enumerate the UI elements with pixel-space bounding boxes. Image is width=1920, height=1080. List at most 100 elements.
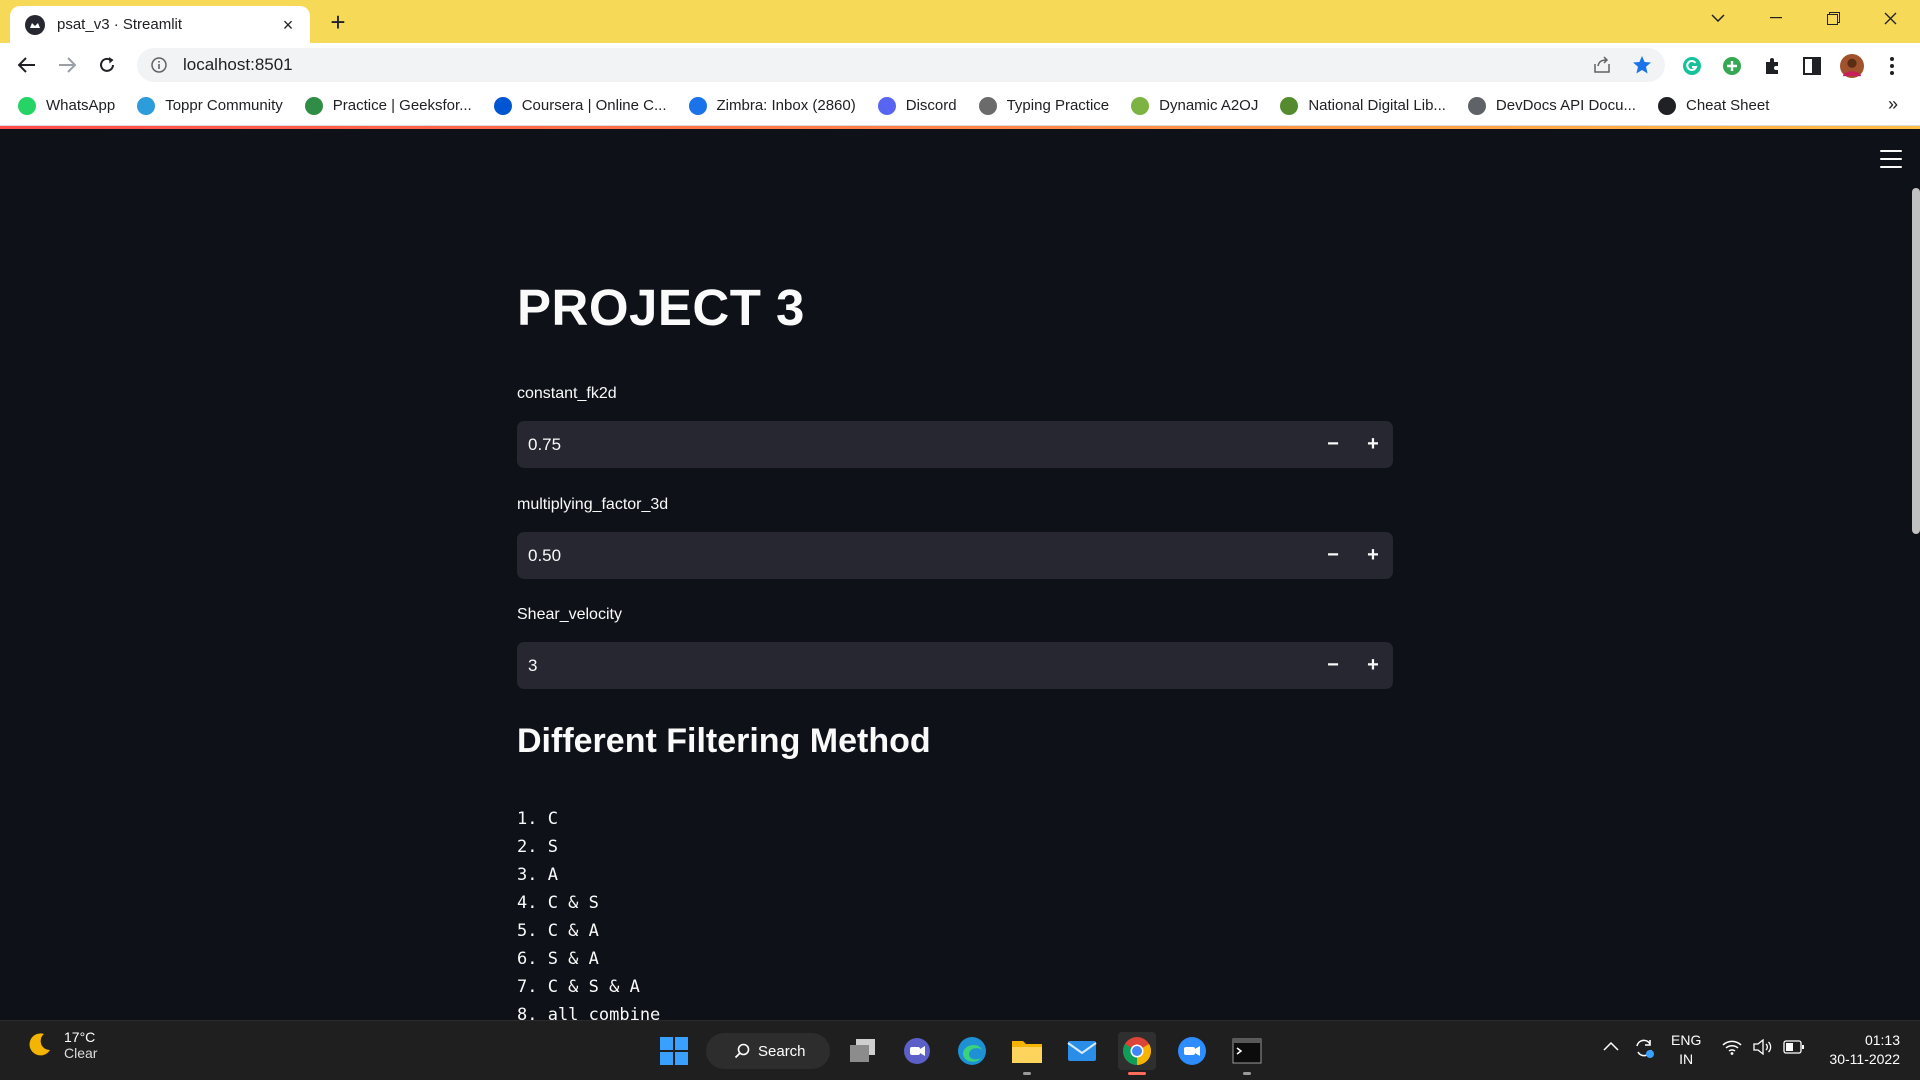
browser-tab[interactable]: psat_v3 · Streamlit × — [10, 6, 310, 43]
streamlit-decoration-bar — [0, 126, 1920, 129]
multiplying-factor-3d-input[interactable]: 0.50 − + — [517, 532, 1393, 579]
method-list-item: 3. A — [517, 865, 558, 885]
side-panel-icon[interactable] — [1800, 54, 1824, 78]
share-icon[interactable] — [1591, 54, 1613, 76]
constant-fk2d-increment-button[interactable]: + — [1353, 421, 1393, 468]
streamlit-page: PROJECT 3 constant_fk2d 0.75 − + multipl… — [0, 126, 1920, 1020]
tab-search-chevron-icon[interactable] — [1690, 0, 1746, 36]
volume-icon[interactable] — [1753, 1039, 1773, 1055]
typing-icon — [978, 96, 997, 115]
running-indicator — [1243, 1072, 1251, 1075]
wifi-icon[interactable] — [1722, 1039, 1742, 1055]
bookmark-label: National Digital Lib... — [1308, 97, 1446, 114]
url-text[interactable]: localhost:8501 — [183, 55, 1665, 75]
shear-velocity-value[interactable]: 3 — [517, 656, 1313, 676]
sync-icon[interactable] — [1633, 1037, 1655, 1059]
bookmark-item[interactable]: Zimbra: Inbox (2860) — [688, 96, 856, 115]
hamburger-menu-icon[interactable] — [1880, 150, 1902, 168]
multiplying-factor-3d-value[interactable]: 0.50 — [517, 546, 1313, 566]
bookmark-item[interactable]: WhatsApp — [18, 96, 115, 115]
show-hidden-icons-chevron-icon[interactable] — [1603, 1041, 1619, 1051]
multiplying-factor-3d-increment-button[interactable]: + — [1353, 532, 1393, 579]
zoom-icon[interactable] — [1173, 1032, 1211, 1070]
bookmark-item[interactable]: Cheat Sheet — [1657, 96, 1769, 115]
bookmark-item[interactable]: Typing Practice — [978, 96, 1109, 115]
system-clock[interactable]: 01:13 30-11-2022 — [1829, 1031, 1900, 1069]
bookmark-item[interactable]: Practice | Geeksfor... — [304, 96, 472, 115]
search-icon — [734, 1043, 750, 1059]
file-explorer-icon[interactable] — [1008, 1032, 1046, 1075]
edge-browser-icon[interactable] — [953, 1032, 991, 1070]
constant-fk2d-input[interactable]: 0.75 − + — [517, 421, 1393, 468]
weather-widget[interactable]: 17°C Clear — [24, 1029, 97, 1061]
site-info-icon[interactable] — [149, 55, 169, 75]
windows-taskbar: 17°C Clear Search ENG IN 01:13 30-11-202… — [0, 1020, 1920, 1080]
browser-toolbar: localhost:8501 — [0, 43, 1920, 86]
filtering-method-list: 1. C 2. S 3. A 4. C & S 5. C & A 6. S & … — [517, 805, 660, 1020]
bookmark-star-icon[interactable] — [1631, 54, 1653, 76]
close-window-button[interactable] — [1862, 0, 1918, 36]
bookmark-item[interactable]: DevDocs API Docu... — [1467, 96, 1636, 115]
address-bar[interactable]: localhost:8501 — [137, 48, 1665, 82]
shear-velocity-label: Shear_velocity — [517, 606, 622, 623]
profile-avatar[interactable] — [1840, 54, 1864, 78]
taskbar-search-button[interactable]: Search — [706, 1033, 830, 1069]
shear-velocity-input[interactable]: 3 − + — [517, 642, 1393, 689]
region-code: IN — [1679, 1051, 1694, 1067]
reload-button[interactable] — [93, 51, 121, 79]
constant-fk2d-value[interactable]: 0.75 — [517, 435, 1313, 455]
method-list-item: 8. all combine — [517, 1005, 661, 1020]
minimize-button[interactable] — [1748, 0, 1804, 36]
back-button[interactable] — [13, 51, 41, 79]
constant-fk2d-decrement-button[interactable]: − — [1313, 421, 1353, 468]
bookmark-item[interactable]: Dynamic A2OJ — [1131, 96, 1258, 115]
bookmark-item[interactable]: National Digital Lib... — [1280, 96, 1446, 115]
weather-condition: Clear — [64, 1045, 98, 1061]
bookmark-label: Practice | Geeksfor... — [332, 97, 472, 114]
extensions-puzzle-icon[interactable] — [1760, 54, 1784, 78]
coursera-icon — [493, 96, 512, 115]
bookmark-item[interactable]: Toppr Community — [137, 96, 283, 115]
weather-temperature: 17°C — [64, 1029, 96, 1045]
method-list-item: 6. S & A — [517, 949, 599, 969]
input-language-indicator[interactable]: ENG IN — [1671, 1031, 1701, 1069]
language-code: ENG — [1671, 1032, 1702, 1048]
streamlit-favicon-icon — [25, 14, 45, 35]
discord-icon — [877, 96, 896, 115]
method-list-item: 1. C — [517, 809, 558, 829]
add-extension-icon[interactable] — [1720, 54, 1744, 78]
toppr-icon — [137, 96, 156, 115]
active-indicator — [1128, 1072, 1146, 1075]
browser-titlebar: psat_v3 · Streamlit × + — [0, 0, 1920, 43]
browser-menu-icon[interactable] — [1880, 54, 1904, 78]
bookmark-label: Coursera | Online C... — [521, 97, 667, 114]
restore-button[interactable] — [1805, 0, 1861, 36]
battery-icon[interactable] — [1783, 1040, 1805, 1054]
windows-start-icon[interactable] — [655, 1032, 693, 1070]
method-list-item: 4. C & S — [517, 893, 599, 913]
grammarly-extension-icon[interactable] — [1680, 54, 1704, 78]
chrome-taskbar-icon[interactable] — [1118, 1032, 1156, 1075]
cheatsheet-icon — [1657, 96, 1676, 115]
bookmark-item[interactable]: Discord — [877, 96, 957, 115]
method-list-item: 7. C & S & A — [517, 977, 640, 997]
filtering-method-heading: Different Filtering Method — [517, 722, 931, 760]
bookmarks-bar: WhatsApp Toppr Community Practice | Geeksf… — [0, 86, 1920, 126]
more-bookmarks-icon[interactable]: » — [1888, 94, 1898, 115]
task-view-icon[interactable] — [844, 1032, 882, 1070]
bookmark-label: Toppr Community — [165, 97, 283, 114]
clock-time: 01:13 — [1864, 1032, 1900, 1048]
tab-close-icon[interactable]: × — [278, 15, 298, 35]
new-tab-button[interactable]: + — [325, 9, 351, 36]
terminal-icon[interactable] — [1228, 1032, 1266, 1075]
devdocs-icon — [1467, 96, 1486, 115]
multiplying-factor-3d-decrement-button[interactable]: − — [1313, 532, 1353, 579]
shear-velocity-decrement-button[interactable]: − — [1313, 642, 1353, 689]
forward-button[interactable] — [53, 51, 81, 79]
method-list-item: 5. C & A — [517, 921, 599, 941]
shear-velocity-increment-button[interactable]: + — [1353, 642, 1393, 689]
bookmark-item[interactable]: Coursera | Online C... — [493, 96, 667, 115]
mail-icon[interactable] — [1063, 1032, 1101, 1070]
teams-chat-icon[interactable] — [898, 1032, 936, 1070]
page-scrollbar[interactable] — [1912, 188, 1920, 534]
